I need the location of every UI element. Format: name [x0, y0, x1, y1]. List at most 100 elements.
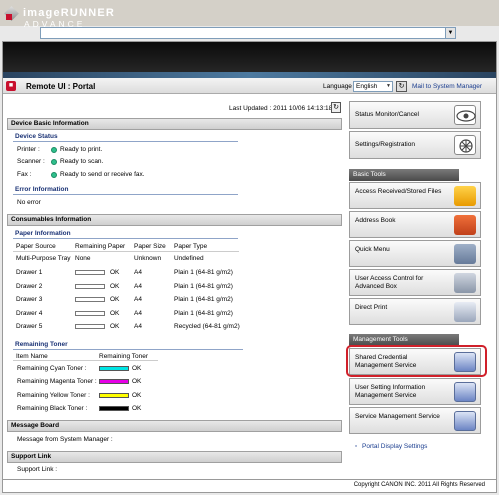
message-text: Message from System Manager :	[17, 436, 113, 443]
cube-accent-icon	[6, 14, 12, 20]
section-support-link: Support Link	[7, 451, 342, 463]
tool-label: User Access Control for Advanced Box	[355, 275, 424, 290]
toner-yellow-bar	[99, 393, 129, 398]
tool-label: Service Management Service	[355, 413, 440, 420]
paper-type: Undefined	[174, 255, 204, 262]
tool-label: User Setting Information Management Serv…	[355, 384, 426, 399]
paper-remaining: OK	[110, 269, 120, 276]
column-header: Remaining Paper	[75, 243, 126, 250]
paper-type: Plain 1 (64-81 g/m2)	[174, 269, 233, 276]
paper-level-bar	[75, 284, 105, 289]
access-control-icon	[454, 273, 476, 293]
paper-level-bar	[75, 297, 105, 302]
status-ok-icon	[51, 172, 57, 178]
settings-icon	[454, 135, 476, 155]
error-text: No error	[17, 199, 41, 206]
status-ok-icon	[51, 147, 57, 153]
column-header: Item Name	[16, 353, 48, 360]
last-updated: Last Updated : 2011 10/06 14:13:18	[229, 105, 333, 112]
paper-source: Drawer 5	[16, 323, 43, 330]
page-title: Remote UI : Portal	[26, 82, 96, 91]
tool-label: Access Received/Stored Files	[355, 188, 442, 195]
copyright: Copyright CANON INC. 2011 All Rights Res…	[353, 482, 485, 488]
tool-label: Address Book	[355, 217, 396, 224]
paper-size: Unknown	[134, 255, 162, 262]
bullet-icon: ▫	[355, 443, 358, 450]
service-management-button[interactable]: Service Management Service	[349, 407, 481, 434]
address-book-icon	[454, 215, 476, 235]
toner-name: Remaining Cyan Toner :	[17, 365, 87, 372]
divider	[13, 360, 158, 361]
status-value: Ready to print.	[60, 146, 103, 153]
footer-divider	[3, 479, 496, 480]
direct-print-button[interactable]: Direct Print	[349, 298, 481, 325]
paper-size: A4	[134, 296, 142, 303]
paper-remaining: OK	[110, 323, 120, 330]
paper-size: A4	[134, 269, 142, 276]
paper-remaining: OK	[110, 296, 120, 303]
toner-magenta-bar	[99, 379, 129, 384]
home-icon[interactable]: ■	[6, 81, 16, 91]
basic-tools-heading: Basic Tools	[349, 169, 459, 181]
mail-to-system-manager-link[interactable]: Mail to System Manager	[412, 83, 482, 90]
address-dropdown-icon[interactable]: ▼	[445, 27, 456, 39]
section-device-basic: Device Basic Information	[7, 118, 342, 130]
section-message-board: Message Board	[7, 420, 342, 432]
paper-size: A4	[134, 323, 142, 330]
quick-menu-button[interactable]: Quick Menu	[349, 240, 481, 267]
printer-icon	[454, 302, 476, 322]
brand-name: imageRUNNER	[23, 7, 116, 19]
monitor-icon	[454, 382, 476, 402]
user-access-control-button[interactable]: User Access Control for Advanced Box	[349, 269, 481, 296]
paper-remaining: OK	[110, 283, 120, 290]
paper-level-bar	[75, 311, 105, 316]
paper-source: Drawer 3	[16, 296, 43, 303]
paper-level-bar	[75, 324, 105, 329]
refresh-button[interactable]: ↻	[331, 102, 341, 113]
paper-source: Drawer 2	[16, 283, 43, 290]
status-label: Scanner :	[17, 158, 45, 165]
eye-icon	[454, 105, 476, 125]
column-header: Paper Type	[174, 243, 208, 250]
tool-label: Direct Print	[355, 304, 388, 311]
address-book-button[interactable]: Address Book	[349, 211, 481, 238]
column-header: Paper Size	[134, 243, 166, 250]
chevron-down-icon[interactable]: ▼	[385, 82, 392, 91]
paper-type: Plain 1 (64-81 g/m2)	[174, 296, 233, 303]
column-header: Paper Source	[16, 243, 56, 250]
quick-menu-icon	[454, 244, 476, 264]
paper-size: A4	[134, 283, 142, 290]
section-consumables: Consumables Information	[7, 214, 342, 226]
toner-name: Remaining Yellow Toner :	[17, 392, 90, 399]
support-link-text: Support Link :	[17, 466, 58, 473]
status-monitor-label: Status Monitor/Cancel	[355, 111, 419, 118]
folder-icon	[454, 186, 476, 206]
apply-language-button[interactable]: ↻	[396, 81, 407, 92]
divider	[13, 251, 239, 252]
status-label: Printer :	[17, 146, 40, 153]
brand-banner	[3, 42, 496, 78]
access-received-stored-files-button[interactable]: Access Received/Stored Files	[349, 182, 481, 209]
highlight-box	[346, 345, 487, 377]
paper-level-bar	[75, 270, 105, 275]
toner-status: OK	[132, 392, 142, 399]
language-label: Language	[323, 83, 352, 90]
settings-registration-button[interactable]: Settings/Registration	[349, 131, 481, 159]
column-header: Remaining Toner	[99, 353, 149, 360]
toner-status: OK	[132, 378, 142, 385]
address-bar[interactable]	[40, 27, 456, 39]
tool-label: Quick Menu	[355, 246, 390, 253]
toner-cyan-bar	[99, 366, 129, 371]
status-label: Fax :	[17, 171, 32, 178]
paper-remaining: OK	[110, 310, 120, 317]
monitor-icon	[454, 411, 476, 431]
portal-display-settings-link[interactable]: Portal Display Settings	[362, 443, 427, 450]
status-monitor-button[interactable]: Status Monitor/Cancel	[349, 101, 481, 129]
subsection-device-status: Device Status	[13, 132, 238, 142]
user-setting-information-button[interactable]: User Setting Information Management Serv…	[349, 378, 481, 405]
toner-name: Remaining Magenta Toner :	[17, 378, 97, 385]
paper-source: Drawer 4	[16, 310, 43, 317]
settings-label: Settings/Registration	[355, 141, 415, 148]
status-ok-icon	[51, 159, 57, 165]
toner-black-bar	[99, 406, 129, 411]
